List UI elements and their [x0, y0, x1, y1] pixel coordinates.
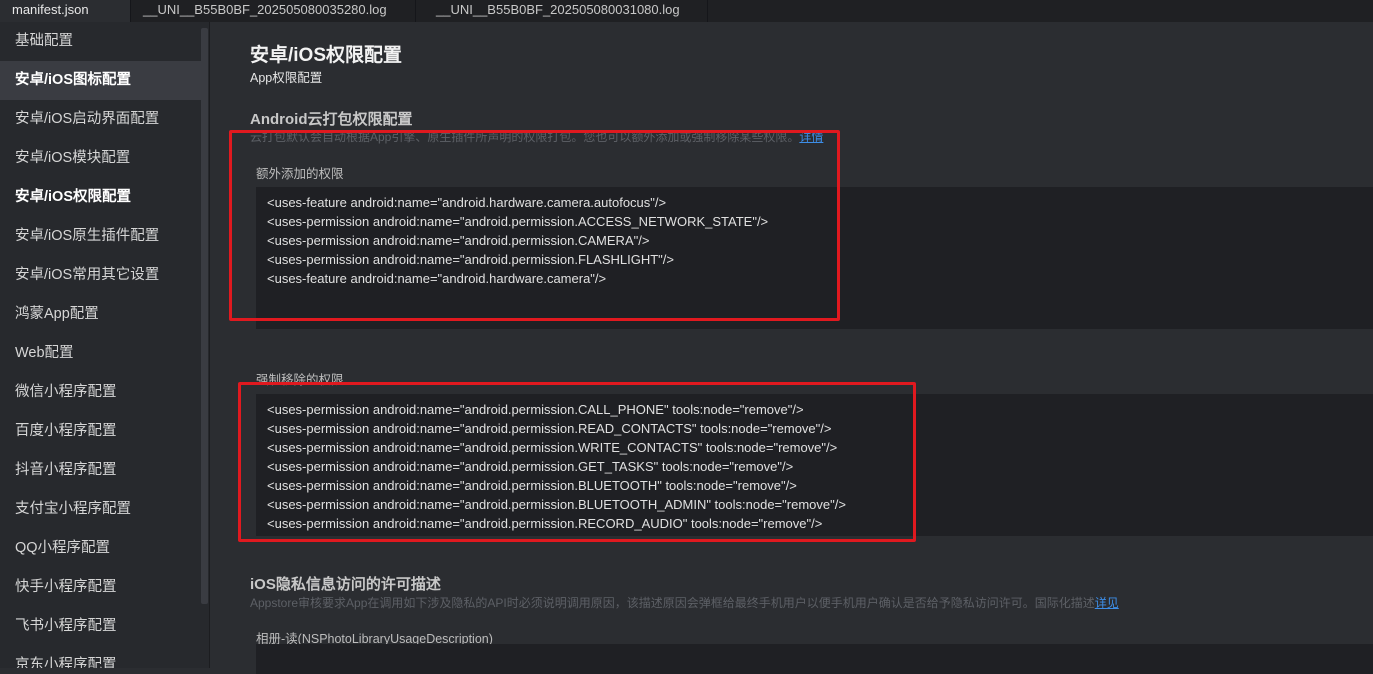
ios-section-desc: Appstore审核要求App在调用如下涉及隐私的API时必须说明调用原因，该描… — [250, 594, 1119, 611]
sidebar-item-basic[interactable]: 基础配置 — [0, 22, 201, 61]
sidebar-item-baidu[interactable]: 百度小程序配置 — [0, 412, 201, 451]
sidebar-item-web[interactable]: Web配置 — [0, 334, 201, 373]
sidebar-item-jd[interactable]: 京东小程序配置 — [0, 646, 201, 668]
sidebar-item-feishu[interactable]: 飞书小程序配置 — [0, 607, 201, 646]
page-title: 安卓/iOS权限配置 — [250, 45, 403, 66]
sidebar-item-harmony[interactable]: 鸿蒙App配置 — [0, 295, 201, 334]
sidebar-item-other-settings[interactable]: 安卓/iOS常用其它设置 — [0, 256, 201, 295]
ios-desc-text: Appstore审核要求App在调用如下涉及隐私的API时必须说明调用原因，该描… — [250, 596, 1095, 610]
sidebar-item-permissions[interactable]: 安卓/iOS权限配置 — [0, 178, 201, 217]
sidebar-item-native-plugins[interactable]: 安卓/iOS原生插件配置 — [0, 217, 201, 256]
sidebar-item-wechat[interactable]: 微信小程序配置 — [0, 373, 201, 412]
config-sidebar: 基础配置 安卓/iOS图标配置 安卓/iOS启动界面配置 安卓/iOS模块配置 … — [0, 22, 210, 668]
page-subtitle: App权限配置 — [250, 71, 323, 85]
highlight-removed-permissions — [238, 382, 916, 542]
sidebar-item-modules[interactable]: 安卓/iOS模块配置 — [0, 139, 201, 178]
photo-library-input[interactable] — [256, 644, 1373, 674]
sidebar-scrollbar[interactable] — [201, 28, 208, 604]
sidebar-item-app-icons[interactable]: 安卓/iOS图标配置 — [0, 61, 201, 100]
sidebar-item-qq[interactable]: QQ小程序配置 — [0, 529, 201, 568]
editor-tab-bar: manifest.json __UNI__B55B0BF_20250508003… — [0, 0, 1373, 22]
ios-section-title: iOS隐私信息访问的许可描述 — [250, 576, 441, 593]
sidebar-item-splash[interactable]: 安卓/iOS启动界面配置 — [0, 100, 201, 139]
sidebar-item-kuaishou[interactable]: 快手小程序配置 — [0, 568, 201, 607]
main-content: 安卓/iOS权限配置 App权限配置 Android云打包权限配置 云打包默认会… — [211, 22, 1373, 674]
ios-details-link[interactable]: 详见 — [1095, 596, 1119, 610]
tab-log-file-2[interactable]: __UNI__B55B0BF_202505080031080.log — [416, 0, 708, 22]
sidebar-item-alipay[interactable]: 支付宝小程序配置 — [0, 490, 201, 529]
tab-manifest-json[interactable]: manifest.json — [0, 0, 131, 22]
highlight-extra-permissions — [229, 130, 840, 321]
android-section-title: Android云打包权限配置 — [250, 111, 413, 128]
tab-log-file-1[interactable]: __UNI__B55B0BF_202505080035280.log — [131, 0, 416, 22]
sidebar-item-douyin[interactable]: 抖音小程序配置 — [0, 451, 201, 490]
